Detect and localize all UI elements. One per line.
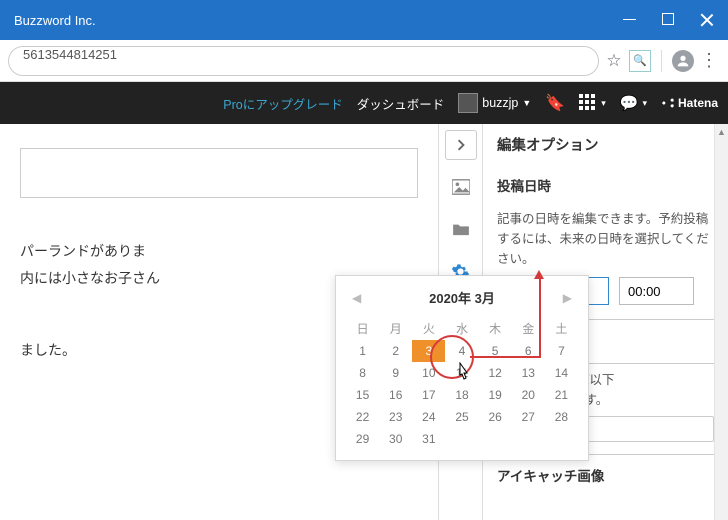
upgrade-link[interactable]: Proにアップグレード: [223, 94, 342, 113]
app-navbar: Proにアップグレード ダッシュボード buzzjp ▼ 🔖 ▾ 💬▾ Hate…: [0, 82, 728, 124]
browser-menu-icon[interactable]: ⋮: [698, 50, 720, 72]
caret-down-icon: ▼: [522, 98, 531, 108]
calendar-day[interactable]: 11: [445, 362, 478, 384]
caret-down-icon: ▾: [601, 98, 606, 109]
calendar-day[interactable]: 7: [545, 340, 578, 362]
calendar-day[interactable]: 2: [379, 340, 412, 362]
star-icon[interactable]: ☆: [603, 50, 625, 72]
calendar-day[interactable]: 4: [445, 340, 478, 362]
calendar-day[interactable]: 29: [346, 428, 379, 450]
calendar-day: [479, 428, 512, 450]
calendar-day: [445, 428, 478, 450]
scroll-up-icon[interactable]: ▲: [715, 124, 728, 140]
calendar-day[interactable]: 30: [379, 428, 412, 450]
weekday-label: 木: [479, 317, 512, 340]
calendar-day[interactable]: 28: [545, 406, 578, 428]
title-input[interactable]: [20, 148, 418, 198]
maximize-button[interactable]: [662, 13, 674, 25]
calendar-day[interactable]: 8: [346, 362, 379, 384]
user-name: buzzjp: [482, 96, 518, 110]
calendar-day[interactable]: 24: [412, 406, 445, 428]
weekday-label: 土: [545, 317, 578, 340]
calendar-day[interactable]: 18: [445, 384, 478, 406]
comment-icon[interactable]: 💬▾: [620, 94, 647, 112]
calendar-day[interactable]: 19: [479, 384, 512, 406]
calendar-day: [512, 428, 545, 450]
calendar-day[interactable]: 6: [512, 340, 545, 362]
window-controls: [623, 13, 714, 27]
prev-month-button[interactable]: ◀: [352, 291, 361, 305]
minimize-button[interactable]: [623, 19, 636, 20]
calendar-day[interactable]: 14: [545, 362, 578, 384]
calendar-day[interactable]: 16: [379, 384, 412, 406]
calendar-grid: 日月火水木金土 12345678910111213141516171819202…: [346, 317, 578, 450]
calendar-day[interactable]: 3: [412, 340, 445, 362]
window-titlebar: Buzzword Inc.: [0, 0, 728, 40]
calendar-day: [545, 428, 578, 450]
window-title: Buzzword Inc.: [14, 13, 623, 28]
calendar-day[interactable]: 21: [545, 384, 578, 406]
calendar-day[interactable]: 31: [412, 428, 445, 450]
calendar-day[interactable]: 17: [412, 384, 445, 406]
weekday-label: 金: [512, 317, 545, 340]
calendar-day[interactable]: 20: [512, 384, 545, 406]
calendar-day[interactable]: 10: [412, 362, 445, 384]
date-picker: ◀ 2020年 3月 ▶ 日月火水木金土 1234567891011121314…: [335, 275, 589, 461]
next-month-button[interactable]: ▶: [563, 291, 572, 305]
folder-icon[interactable]: [445, 214, 477, 244]
collapse-panel-button[interactable]: [445, 130, 477, 160]
user-menu[interactable]: buzzjp ▼: [458, 93, 531, 113]
hatena-logo[interactable]: Hatena: [661, 96, 718, 110]
apps-grid-icon[interactable]: ▾: [579, 94, 606, 112]
time-input[interactable]: [619, 277, 694, 305]
weekday-label: 日: [346, 317, 379, 340]
extension-icon[interactable]: 🔍: [629, 50, 651, 72]
close-button[interactable]: [700, 13, 714, 27]
url-input[interactable]: 5613544814251: [8, 46, 599, 76]
section-title: 投稿日時: [483, 165, 728, 205]
scrollbar[interactable]: ▲: [714, 124, 728, 520]
calendar-day[interactable]: 9: [379, 362, 412, 384]
weekday-label: 月: [379, 317, 412, 340]
calendar-day[interactable]: 23: [379, 406, 412, 428]
calendar-day[interactable]: 27: [512, 406, 545, 428]
calendar-title: 2020年 3月: [429, 288, 495, 307]
user-avatar-icon: [458, 93, 478, 113]
divider: [661, 50, 662, 72]
eyecatch-section[interactable]: アイキャッチ画像: [483, 455, 728, 495]
bookmark-icon[interactable]: 🔖: [545, 93, 565, 113]
calendar-day[interactable]: 12: [479, 362, 512, 384]
image-icon[interactable]: [445, 172, 477, 202]
calendar-day[interactable]: 22: [346, 406, 379, 428]
calendar-day[interactable]: 25: [445, 406, 478, 428]
browser-urlbar: 5613544814251 ☆ 🔍 ⋮: [0, 40, 728, 82]
calendar-day[interactable]: 5: [479, 340, 512, 362]
weekday-label: 火: [412, 317, 445, 340]
calendar-day[interactable]: 1: [346, 340, 379, 362]
sidebar-heading: 編集オプション: [483, 124, 728, 165]
calendar-day[interactable]: 13: [512, 362, 545, 384]
weekday-label: 水: [445, 317, 478, 340]
profile-avatar-icon[interactable]: [672, 50, 694, 72]
dashboard-link[interactable]: ダッシュボード: [357, 94, 445, 113]
calendar-day[interactable]: 15: [346, 384, 379, 406]
calendar-day[interactable]: 26: [479, 406, 512, 428]
